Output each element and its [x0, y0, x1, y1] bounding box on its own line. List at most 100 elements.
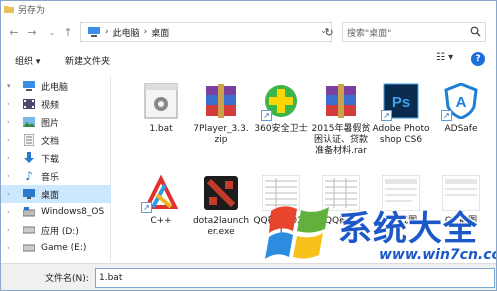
drive-icon: [23, 224, 35, 236]
save-bar: 文件名(N): 1.bat: [1, 263, 496, 290]
expand-chevron-icon: ›: [7, 154, 10, 162]
sidebar-item-label: 音乐: [41, 172, 60, 183]
sidebar-item-pictures[interactable]: › 图片: [1, 113, 111, 131]
folder-icon: [4, 6, 14, 13]
file-item-360[interactable]: ↗ 360安全卫士: [251, 81, 311, 135]
search-input[interactable]: 搜索"桌面": [342, 22, 486, 42]
breadcrumb-this-pc[interactable]: 此电脑: [113, 26, 140, 39]
command-toolbar: 组织 ▾ 新建文件夹 ☷ ▾ ?: [1, 49, 496, 71]
sidebar-item-label: 视频: [41, 100, 60, 111]
address-row: ← → ⌄ ↑ › 此电脑 › 桌面 ⌄ ↻ 搜索"桌面": [1, 20, 496, 44]
file-name: QQ截图: [444, 216, 478, 226]
file-item-photoshop[interactable]: Ps ↗ Adobe Photoshop CS6: [371, 81, 431, 146]
drive-icon: [23, 242, 35, 254]
file-list: 1.bat 7Player_3.3.zip ↗ 360安全卫士 2015年暑假贫…: [113, 75, 496, 262]
up-arrow-icon[interactable]: ↑: [61, 23, 75, 41]
file-item-adsafe[interactable]: A ↗ ADSafe: [431, 81, 491, 135]
search-icon[interactable]: [470, 26, 481, 37]
new-folder-button[interactable]: 新建文件夹: [65, 54, 110, 67]
sidebar-item-music[interactable]: › ♪ 音乐: [1, 167, 111, 185]
zip-archive-icon: [201, 81, 241, 121]
sidebar-item-desktop[interactable]: › 桌面: [1, 185, 111, 203]
refresh-icon[interactable]: ↻: [319, 22, 339, 42]
360-security-icon: ↗: [261, 81, 301, 121]
screenshot-icon: [261, 173, 301, 213]
expand-chevron-icon: ›: [7, 118, 10, 126]
expand-chevron-icon: ›: [7, 172, 10, 180]
desktop-icon: [23, 188, 35, 200]
sidebar-item-this-pc[interactable]: ▾ 此电脑: [1, 77, 111, 95]
sidebar-item-drive-e[interactable]: › Game (E:): [1, 239, 111, 257]
expand-chevron-icon: ›: [7, 208, 10, 216]
title-bar: 另存为: [1, 1, 496, 17]
sidebar-item-label: 应用 (D:): [41, 226, 79, 237]
collapse-chevron-icon[interactable]: ▾: [7, 82, 11, 90]
filename-label: 文件名(N):: [45, 274, 89, 284]
sidebar-item-label: 文档: [41, 136, 60, 147]
file-item-1-bat[interactable]: 1.bat: [131, 81, 191, 135]
view-options-icon[interactable]: ☷ ▾: [436, 52, 453, 63]
filename-value: 1.bat: [99, 273, 123, 283]
filename-input[interactable]: 1.bat: [95, 268, 495, 288]
file-item-7player-zip[interactable]: 7Player_3.3.zip: [191, 81, 251, 146]
file-item-dota2launcher[interactable]: dota2launcher.exe: [191, 173, 251, 238]
sidebar-item-videos[interactable]: › 视频: [1, 95, 111, 113]
sidebar-item-windows8-os[interactable]: › Windows8_OS: [1, 203, 111, 221]
expand-chevron-icon: ›: [7, 190, 10, 198]
expand-chevron-icon: ›: [7, 244, 10, 252]
screenshot-icon: [441, 173, 481, 213]
sidebar-item-documents[interactable]: › 文档: [1, 131, 111, 149]
sidebar-item-label: 下载: [41, 154, 60, 165]
sidebar-item-downloads[interactable]: › 下载: [1, 149, 111, 167]
computer-icon: [23, 80, 35, 92]
sidebar-item-label: Windows8_OS: [41, 207, 105, 217]
file-name: QQ截图20231: [253, 216, 309, 237]
svg-text:Ps: Ps: [392, 94, 410, 111]
shortcut-arrow-icon: ↗: [381, 110, 392, 121]
shortcut-arrow-icon: ↗: [141, 202, 152, 213]
video-icon: [23, 98, 35, 110]
shortcut-arrow-icon: ↗: [441, 110, 452, 121]
photoshop-icon: Ps ↗: [381, 81, 421, 121]
file-item-qq-screenshot-2[interactable]: QQ截图: [311, 173, 371, 227]
music-icon: ♪: [25, 169, 33, 183]
rar-archive-icon: [321, 81, 361, 121]
file-name: 2015年暑假贫困认证、贷款准备材料.rar: [311, 124, 371, 156]
file-item-2015-rar[interactable]: 2015年暑假贫困认证、贷款准备材料.rar: [311, 81, 371, 157]
save-as-dialog: 另存为 ← → ⌄ ↑ › 此电脑 › 桌面 ⌄ ↻ 搜索"桌面" 组织 ▾ 新…: [0, 0, 497, 291]
breadcrumb-separator-icon: ›: [105, 27, 109, 37]
screenshot-icon: [381, 173, 421, 213]
organize-button[interactable]: 组织 ▾: [15, 54, 40, 67]
file-name: QQ截图: [384, 216, 418, 226]
file-name: QQ截图: [324, 216, 358, 226]
sidebar-item-drive-d[interactable]: › 应用 (D:): [1, 221, 111, 239]
file-name: 7Player_3.3.zip: [193, 124, 249, 145]
recent-locations-chevron-icon[interactable]: ⌄: [45, 23, 59, 41]
expand-chevron-icon: ›: [7, 136, 10, 144]
file-name: Adobe Photoshop CS6: [372, 124, 430, 145]
sidebar-item-label: Game (E:): [41, 243, 87, 253]
forward-arrow-icon[interactable]: →: [25, 23, 39, 41]
file-name: 1.bat: [149, 124, 173, 134]
bat-file-icon: [141, 81, 181, 121]
address-bar[interactable]: › 此电脑 › 桌面 ⌄: [80, 22, 332, 42]
back-arrow-icon[interactable]: ←: [7, 23, 21, 41]
shortcut-arrow-icon: ↗: [261, 110, 272, 121]
file-item-qq-screenshot-4[interactable]: QQ截图: [431, 173, 491, 227]
search-placeholder: 搜索"桌面": [347, 28, 392, 39]
sidebar-item-label: 桌面: [41, 190, 60, 201]
help-icon[interactable]: ?: [471, 52, 485, 66]
navigation-pane: ▾ 此电脑 › 视频 › 图片 › 文档 › 下载 › ♪ 音乐 › 桌面 › …: [1, 75, 111, 262]
sidebar-item-label: 图片: [41, 118, 60, 129]
download-icon: [23, 152, 35, 164]
screenshot-icon: [321, 173, 361, 213]
file-item-qq-screenshot-1[interactable]: QQ截图20231: [251, 173, 311, 238]
pictures-icon: [23, 116, 35, 128]
file-name: dota2launcher.exe: [192, 216, 250, 237]
breadcrumb-desktop[interactable]: 桌面: [151, 26, 169, 39]
computer-icon: [88, 27, 100, 37]
file-name: 360安全卫士: [254, 124, 308, 134]
adsafe-icon: A ↗: [441, 81, 481, 121]
file-item-qq-screenshot-3[interactable]: QQ截图: [371, 173, 431, 227]
file-item-cpp[interactable]: ↗ C++: [131, 173, 191, 227]
